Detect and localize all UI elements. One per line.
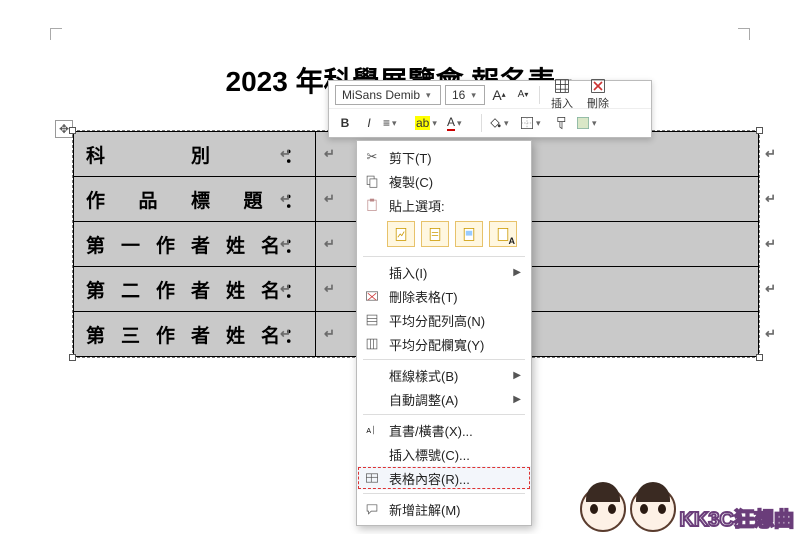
shrink-font-button[interactable]: A▾ [513,85,533,105]
paste-options-row: A [357,217,531,253]
shading-button[interactable]: ▾ [488,113,516,133]
distribute-cols-icon [363,337,381,351]
font-family-combo[interactable]: MiSans Demib▾ [335,85,441,105]
bucket-icon [488,116,502,130]
watermark: KK3C狂想曲 [580,486,794,532]
paste-picture[interactable] [455,221,483,247]
sel-handle[interactable] [756,354,763,361]
row-mark-icon: ↵ [765,281,776,297]
font-size-combo[interactable]: 16▾ [445,85,485,105]
cell-mark-icon: ↵ [324,191,335,207]
context-menu: ✂ 剪下(T) 複製(C) 貼上選項: A 插入(I)▶ 刪除表格(T) 平均分… [356,140,532,526]
menu-delete-table[interactable]: 刪除表格(T) [357,284,531,308]
brush-icon [555,116,569,130]
sel-handle[interactable] [69,354,76,361]
borders-icon [520,116,534,130]
sel-handle[interactable] [69,127,76,134]
clipboard-icon [363,198,381,212]
delete-table-icon [363,289,381,303]
styles-button[interactable]: ▾ [576,113,604,133]
page-corner-tl [50,28,62,40]
properties-icon [363,471,381,485]
italic-button[interactable]: I [359,113,379,133]
chevron-down-icon: ▾ [426,86,431,104]
row-mark-icon: ↵ [765,146,776,162]
row-label-cell[interactable]: 科別：↵ [74,132,316,177]
menu-new-comment[interactable]: 新增註解(M) [357,497,531,521]
grow-font-button[interactable]: A▴ [489,85,509,105]
cell-mark-icon: ↵ [280,281,307,297]
menu-cut[interactable]: ✂ 剪下(T) [357,145,531,169]
menu-insert-caption[interactable]: 插入標號(C)... [357,442,531,466]
insert-button[interactable]: 插入 [546,78,578,111]
row-label-cell[interactable]: 第一作者姓名：↵ [74,222,316,267]
format-painter-button[interactable] [552,113,572,133]
sel-handle[interactable] [756,127,763,134]
delete-button[interactable]: 刪除 [582,78,614,111]
table-delete-icon [589,78,607,94]
menu-border-style[interactable]: 框線樣式(B)▶ [357,363,531,387]
page-corner-tr [738,28,750,40]
menu-copy[interactable]: 複製(C) [357,169,531,193]
distribute-rows-icon [363,313,381,327]
font-color-button[interactable]: A▾ [447,113,475,133]
mini-toolbar: MiSans Demib▾ 16▾ A▴ A▾ 插入 刪除 B I ≡▾ ab▾… [328,80,652,138]
paste-merge[interactable] [421,221,449,247]
row-label-cell[interactable]: 作品標題：↵ [74,177,316,222]
paste-keep-source[interactable] [387,221,415,247]
menu-text-direction[interactable]: A 直書/橫書(X)... [357,418,531,442]
cell-mark-icon: ↵ [324,326,335,342]
cell-mark-icon: ↵ [324,281,335,297]
copy-icon [363,174,381,188]
paste-text-only[interactable]: A [489,221,517,247]
comment-icon [363,502,381,516]
row-label-cell[interactable]: 第三作者姓名：↵ [74,312,316,357]
cell-mark-icon: ↵ [324,146,335,162]
menu-distribute-rows[interactable]: 平均分配列高(N) [357,308,531,332]
cell-mark-icon: ↵ [280,236,307,252]
table-insert-icon [553,78,571,94]
mascot-icon [580,486,626,532]
row-mark-icon: ↵ [765,236,776,252]
menu-insert[interactable]: 插入(I)▶ [357,260,531,284]
cell-mark-icon: ↵ [280,146,307,162]
cell-mark-icon: ↵ [324,236,335,252]
chevron-down-icon: ▾ [471,86,476,104]
highlight-button[interactable]: ab▾ [415,113,443,133]
menu-distribute-cols[interactable]: 平均分配欄寬(Y) [357,332,531,356]
align-button[interactable]: ≡▾ [383,113,411,133]
bold-button[interactable]: B [335,113,355,133]
cell-mark-icon: ↵ [280,326,307,342]
chevron-right-icon: ▶ [513,394,521,405]
scissors-icon: ✂ [363,149,381,165]
text-direction-icon: A [363,423,381,437]
svg-text:A: A [366,428,371,435]
styles-icon [576,116,590,130]
chevron-right-icon: ▶ [513,267,521,278]
borders-button[interactable]: ▾ [520,113,548,133]
menu-table-properties[interactable]: 表格內容(R)... [357,466,531,490]
mascot-icon [630,486,676,532]
menu-autofit[interactable]: 自動調整(A)▶ [357,387,531,411]
chevron-right-icon: ▶ [513,370,521,381]
row-label-cell[interactable]: 第二作者姓名：↵ [74,267,316,312]
menu-paste-options-label: 貼上選項: [357,193,531,217]
row-mark-icon: ↵ [765,191,776,207]
row-mark-icon: ↵ [765,326,776,342]
cell-mark-icon: ↵ [280,191,307,207]
